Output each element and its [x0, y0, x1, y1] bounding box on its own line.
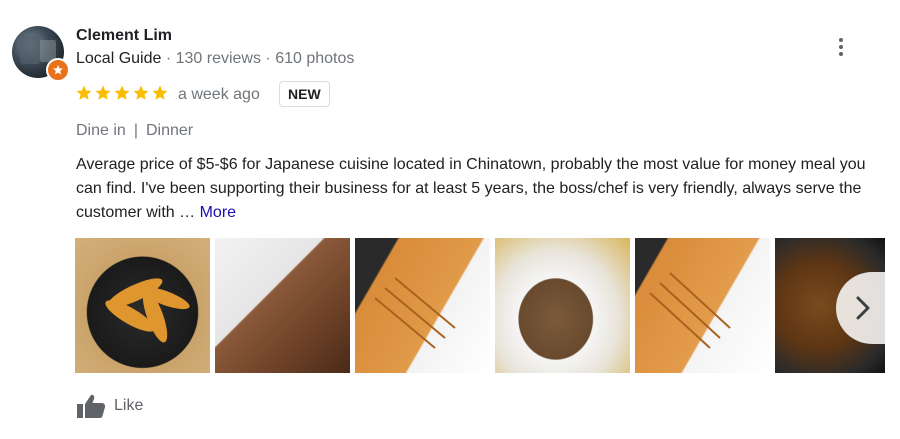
new-badge: NEW [279, 81, 330, 107]
reviewer-name[interactable]: Clement Lim [76, 27, 172, 45]
review-photo[interactable] [215, 238, 350, 373]
star-icon [95, 85, 111, 100]
more-link[interactable]: More [200, 204, 236, 221]
like-label: Like [114, 397, 144, 414]
visit-tags: Dine in | Dinner [76, 122, 193, 140]
more-vert-icon[interactable] [830, 36, 852, 58]
reviewer-review-count: 130 reviews [175, 50, 261, 67]
local-guide-icon [46, 58, 70, 82]
reviewer-meta[interactable]: Local Guide · 130 reviews · 610 photos [76, 50, 354, 68]
star-icon [133, 85, 149, 100]
star-rating [75, 84, 169, 102]
star-icon [76, 85, 92, 100]
reviewer-role: Local Guide [76, 50, 162, 67]
review-time: a week ago [178, 86, 260, 103]
photo-image [649, 272, 731, 349]
meta-separator: · [260, 50, 276, 67]
tag-dine-in: Dine in [76, 122, 126, 139]
reviewer-avatar[interactable] [12, 26, 70, 82]
review-text: Average price of $5-$6 for Japanese cuis… [76, 153, 886, 225]
review-photo[interactable] [495, 238, 630, 373]
review-photo[interactable] [355, 238, 490, 373]
photo-strip [75, 238, 885, 373]
review-photo[interactable] [635, 238, 770, 373]
star-icon [114, 85, 130, 100]
tag-meal: Dinner [145, 122, 194, 139]
meta-separator: · [161, 50, 176, 67]
star-icon [152, 85, 168, 100]
photo-image [105, 278, 190, 343]
photo-image [374, 277, 456, 349]
tag-separator: | [133, 122, 138, 139]
review-body: Average price of $5-$6 for Japanese cuis… [76, 156, 866, 221]
reviewer-photo-count: 610 photos [275, 50, 355, 67]
like-button[interactable]: Like [76, 393, 143, 419]
thumbs-up-icon [77, 394, 106, 418]
review-photo[interactable] [75, 238, 210, 373]
